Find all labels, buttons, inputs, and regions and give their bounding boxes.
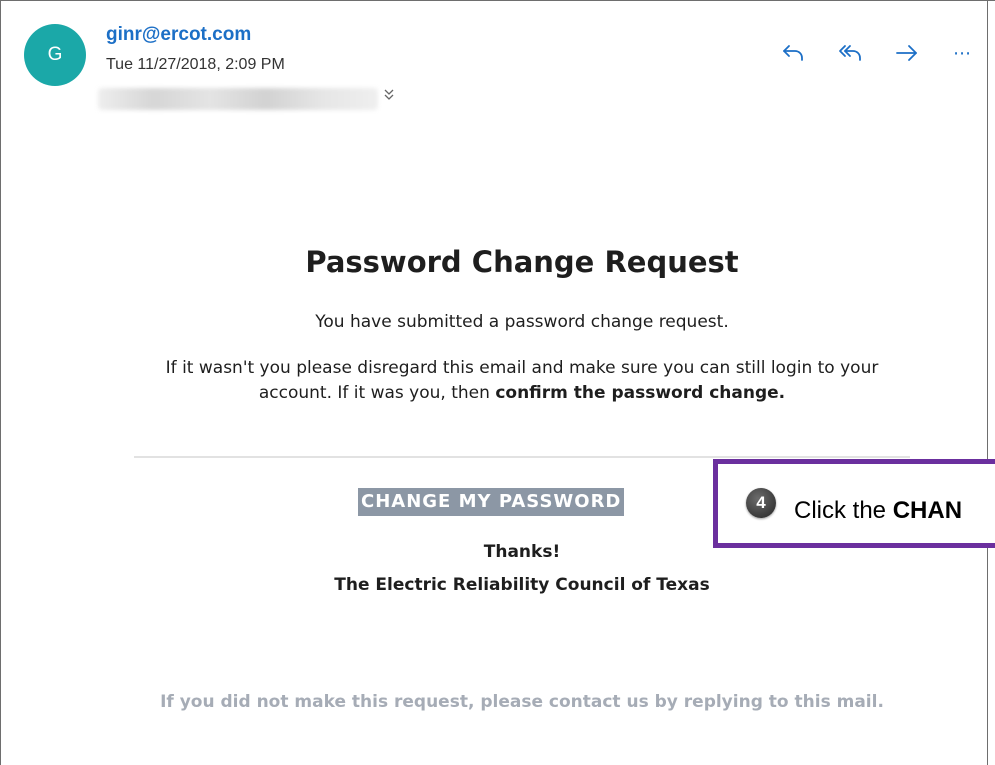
- callout-text-plain: Click the: [794, 497, 893, 524]
- sender-address[interactable]: ginr@ercot.com: [106, 24, 251, 46]
- callout-text-bold: CHAN: [892, 497, 963, 524]
- signoff-organization: The Electric Reliability Council of Texa…: [334, 575, 710, 595]
- callout-text: Click the CHAN: [794, 497, 962, 525]
- change-password-button[interactable]: CHANGE MY PASSWORD: [358, 488, 625, 516]
- avatar[interactable]: G: [24, 24, 86, 86]
- forward-button[interactable]: [892, 38, 922, 68]
- chevron-double-down-icon[interactable]: [381, 88, 397, 106]
- email-title: Password Change Request: [305, 245, 739, 279]
- email-paragraph-emphasis: confirm the password change.: [495, 383, 786, 403]
- divider: [134, 456, 910, 458]
- email-paragraph: You have submitted a password change req…: [315, 312, 729, 332]
- email-footer: If you did not make this request, please…: [160, 692, 884, 712]
- forward-icon: [896, 45, 917, 61]
- reply-icon: [783, 45, 803, 61]
- reply-button[interactable]: [778, 38, 808, 68]
- step-badge: 4: [746, 488, 776, 518]
- email-paragraph: If it wasn't you please disregard this e…: [140, 356, 904, 406]
- pane-border: [987, 0, 988, 460]
- instruction-callout: 4 Click the CHAN: [713, 459, 995, 548]
- more-icon[interactable]: ⋯: [948, 38, 978, 68]
- reply-all-icon: [839, 45, 861, 61]
- recipient-redacted: [98, 88, 378, 110]
- sent-date: Tue 11/27/2018, 2:09 PM: [106, 56, 285, 73]
- reply-all-button[interactable]: [835, 38, 865, 68]
